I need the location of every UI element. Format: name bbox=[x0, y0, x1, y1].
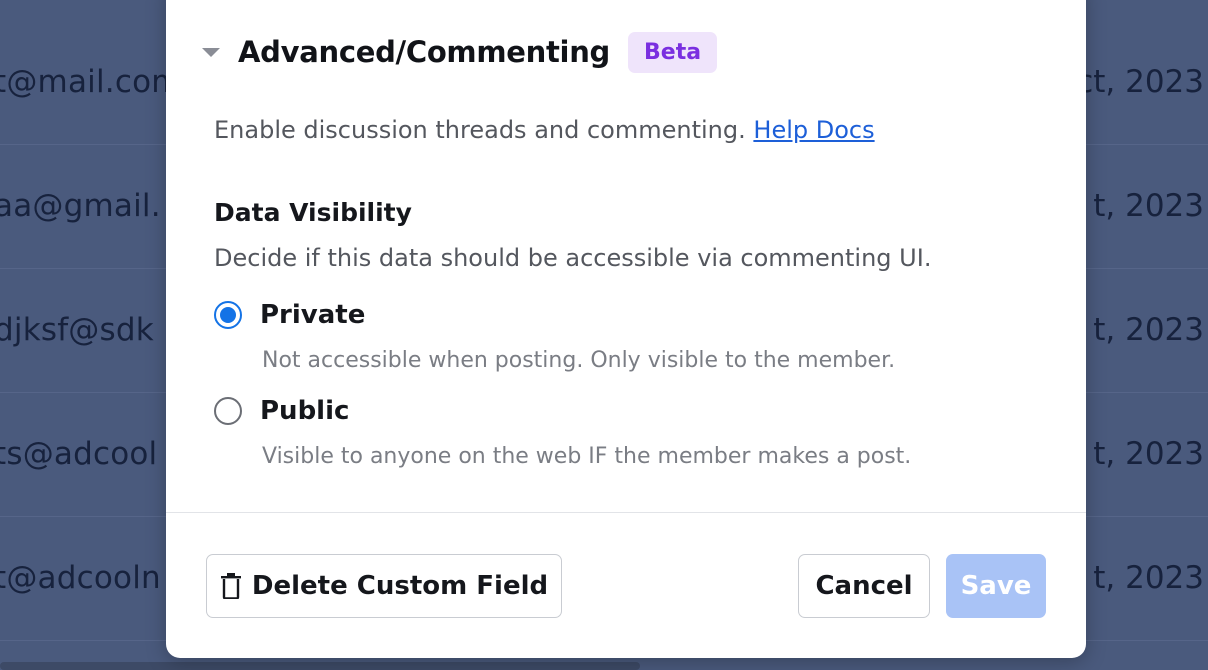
table-cell-email: ts@adcool bbox=[0, 436, 158, 472]
radio-private[interactable] bbox=[214, 301, 242, 329]
delete-custom-field-button[interactable]: Delete Custom Field bbox=[206, 554, 562, 618]
radio-public-help: Visible to anyone on the web IF the memb… bbox=[262, 444, 912, 469]
table-cell-date: t, 2023 bbox=[1093, 312, 1204, 348]
description-text: Enable discussion threads and commenting… bbox=[214, 116, 746, 144]
footer-divider bbox=[166, 512, 1086, 513]
radio-public[interactable] bbox=[214, 397, 242, 425]
table-cell-email: t@mail.com bbox=[0, 64, 182, 100]
trash-icon bbox=[220, 573, 241, 599]
radio-public-label: Public bbox=[260, 396, 350, 426]
table-cell-email: djksf@sdk bbox=[0, 312, 154, 348]
section-header-advanced-commenting[interactable]: Advanced/Commenting Beta bbox=[202, 28, 718, 76]
custom-field-modal: Advanced/Commenting Beta Enable discussi… bbox=[166, 0, 1086, 658]
radio-option-private[interactable]: Private bbox=[214, 300, 365, 330]
cancel-button[interactable]: Cancel bbox=[798, 554, 930, 618]
radio-private-help: Not accessible when posting. Only visibl… bbox=[262, 348, 896, 373]
delete-button-label: Delete Custom Field bbox=[251, 571, 549, 601]
table-cell-date: t, 2023 bbox=[1093, 560, 1204, 596]
section-description: Enable discussion threads and commenting… bbox=[214, 116, 875, 144]
table-cell-email: t@adcooln bbox=[0, 560, 161, 596]
horizontal-scrollbar[interactable] bbox=[0, 662, 640, 670]
help-docs-link[interactable]: Help Docs bbox=[753, 116, 874, 144]
table-cell-date: t, 2023 bbox=[1093, 436, 1204, 472]
table-cell-email: aa@gmail. bbox=[0, 188, 161, 224]
save-button[interactable]: Save bbox=[946, 554, 1046, 618]
data-visibility-help: Decide if this data should be accessible… bbox=[214, 244, 932, 272]
radio-private-label: Private bbox=[260, 300, 366, 330]
beta-badge: Beta bbox=[628, 31, 718, 73]
section-title: Advanced/Commenting bbox=[238, 35, 610, 69]
table-cell-date: ct, 2023 bbox=[1076, 64, 1204, 100]
caret-down-icon[interactable] bbox=[202, 47, 220, 57]
data-visibility-label: Data Visibility bbox=[214, 198, 412, 227]
table-cell-date: t, 2023 bbox=[1093, 188, 1204, 224]
radio-option-public[interactable]: Public bbox=[214, 396, 349, 426]
